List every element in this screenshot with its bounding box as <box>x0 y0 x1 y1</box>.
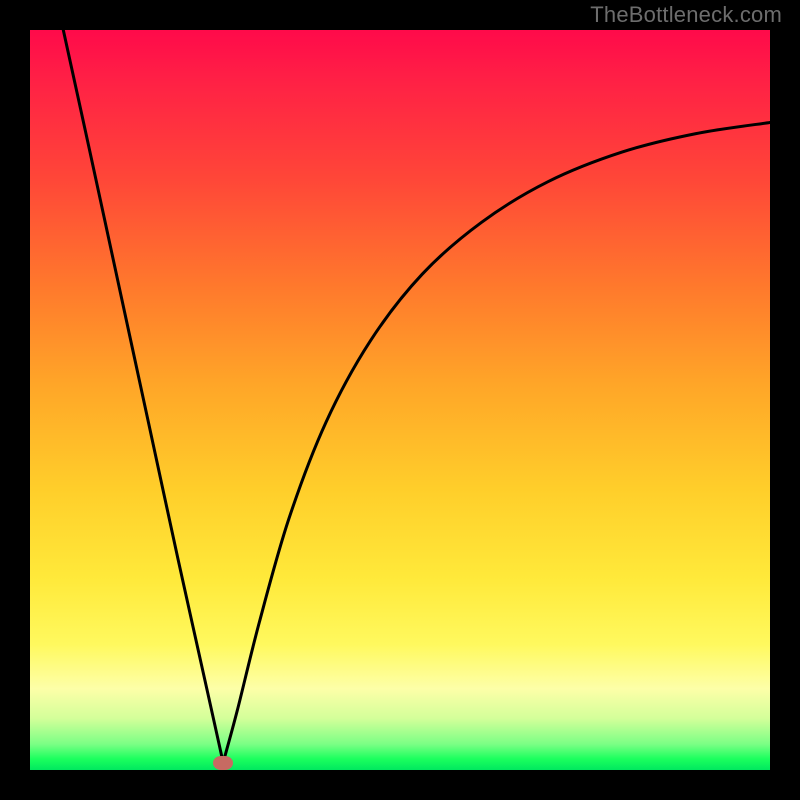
bottleneck-curve <box>30 30 770 770</box>
optimal-marker-icon <box>213 756 233 770</box>
chart-frame: TheBottleneck.com <box>0 0 800 800</box>
plot-area <box>30 30 770 770</box>
watermark-text: TheBottleneck.com <box>590 2 782 28</box>
